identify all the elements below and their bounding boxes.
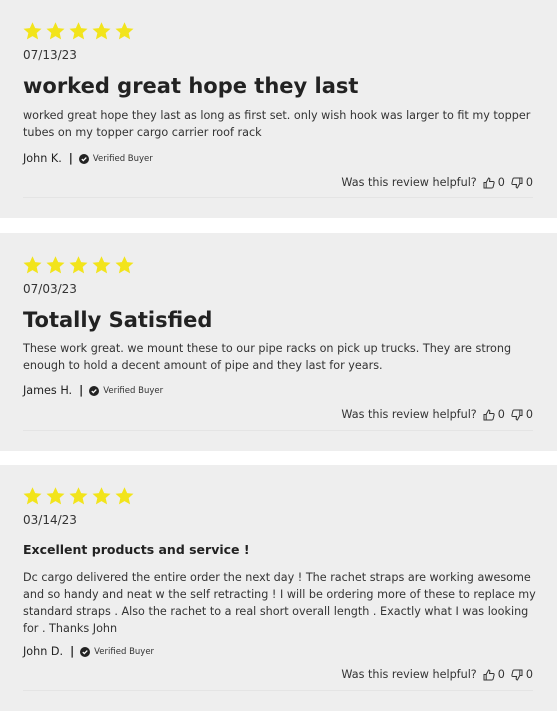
review-body: Dc cargo delivered the entire order the …	[23, 571, 536, 635]
thumbs-down-icon	[511, 409, 523, 421]
verified-buyer-label: Verified Buyer	[103, 385, 164, 396]
star-rating	[22, 486, 135, 506]
thumbs-down-button[interactable]: 0	[511, 408, 533, 421]
star-icon	[69, 256, 88, 274]
thumbs-up-icon	[483, 668, 495, 680]
helpful-row: Was this review helpful? 0 0	[341, 176, 533, 189]
separator: |	[70, 645, 75, 658]
review-title: Excellent products and service !	[23, 542, 250, 557]
star-icon	[46, 22, 65, 40]
review-card: 03/14/23 Excellent products and service …	[0, 465, 557, 711]
helpful-row: Was this review helpful? 0 0	[341, 408, 533, 421]
star-icon	[115, 22, 134, 40]
thumbs-down-icon	[511, 177, 523, 189]
thumbs-down-button[interactable]: 0	[511, 668, 533, 681]
helpful-label: Was this review helpful?	[341, 176, 477, 189]
review-date: 07/03/23	[23, 282, 77, 296]
thumbs-up-count: 0	[497, 408, 505, 421]
star-icon	[69, 487, 88, 505]
separator: |	[79, 384, 84, 397]
thumbs-down-button[interactable]: 0	[511, 176, 533, 189]
divider	[23, 197, 533, 198]
star-icon	[46, 256, 65, 274]
divider	[23, 430, 533, 431]
review-title: Totally Satisfied	[23, 308, 213, 332]
verified-check-icon	[80, 646, 91, 657]
helpful-row: Was this review helpful? 0 0	[341, 668, 533, 681]
verified-buyer-label: Verified Buyer	[94, 646, 155, 657]
thumbs-up-button[interactable]: 0	[483, 668, 505, 681]
reviewer-name: James H.	[23, 384, 73, 397]
reviewer-name: John D.	[23, 645, 64, 658]
thumbs-down-count: 0	[525, 668, 533, 681]
helpful-label: Was this review helpful?	[341, 668, 477, 681]
reviewer: John K. | Verified Buyer	[23, 152, 153, 165]
thumbs-down-count: 0	[525, 176, 533, 189]
thumbs-down-icon	[511, 669, 523, 681]
thumbs-up-icon	[483, 176, 495, 188]
helpful-label: Was this review helpful?	[341, 408, 477, 421]
star-icon	[92, 256, 111, 274]
star-icon	[46, 487, 65, 505]
review-body: worked great hope they last as long as f…	[23, 109, 531, 139]
star-rating	[22, 255, 135, 275]
thumbs-up-count: 0	[497, 176, 505, 189]
reviewer: James H. | Verified Buyer	[23, 384, 163, 397]
star-icon	[92, 487, 111, 505]
review-card: 07/03/23 Totally Satisfied These work gr…	[0, 233, 557, 451]
verified-buyer-label: Verified Buyer	[92, 153, 153, 164]
verified-check-icon	[78, 153, 89, 164]
thumbs-up-count: 0	[497, 668, 505, 681]
review-title: worked great hope they last	[23, 74, 359, 98]
review-date: 03/14/23	[23, 513, 77, 527]
star-icon	[23, 22, 42, 40]
star-icon	[92, 22, 111, 40]
thumbs-down-count: 0	[525, 408, 533, 421]
thumbs-up-icon	[483, 408, 495, 420]
divider	[23, 690, 533, 691]
star-rating	[22, 21, 135, 41]
star-icon	[23, 256, 42, 274]
star-icon	[115, 256, 134, 274]
reviewer: John D. | Verified Buyer	[23, 645, 154, 658]
star-icon	[23, 487, 42, 505]
thumbs-up-button[interactable]: 0	[483, 408, 505, 421]
reviewer-name: John K.	[23, 152, 62, 165]
review-date: 07/13/23	[23, 48, 77, 62]
thumbs-up-button[interactable]: 0	[483, 176, 505, 189]
star-icon	[69, 22, 88, 40]
verified-check-icon	[89, 385, 100, 396]
separator: |	[68, 152, 73, 165]
review-body: These work great. we mount these to our …	[23, 342, 512, 372]
review-card: 07/13/23 worked great hope they last wor…	[0, 0, 557, 218]
star-icon	[115, 487, 134, 505]
